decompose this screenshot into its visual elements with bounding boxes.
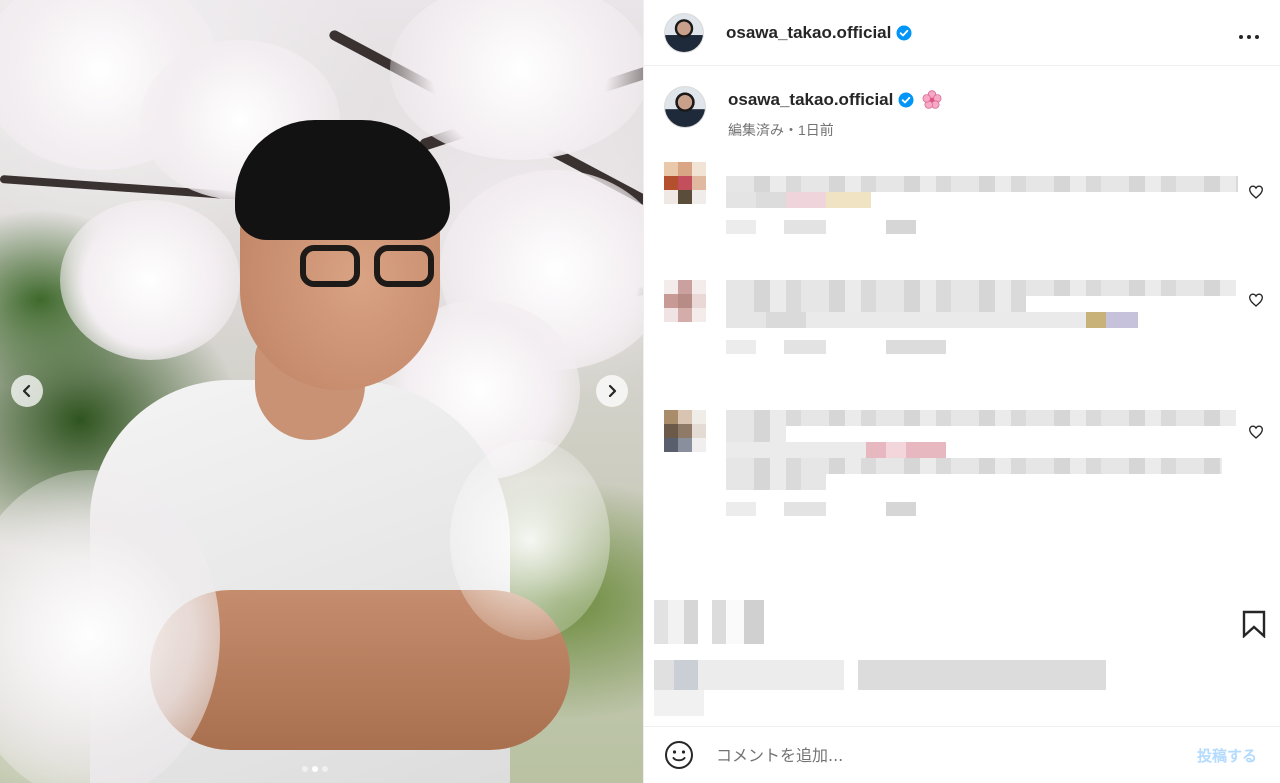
carousel-dot: [322, 766, 328, 772]
chevron-left-icon: [22, 384, 31, 398]
caption-meta: 編集済み・1日前: [728, 122, 834, 138]
post-header: osawa_takao.official: [644, 0, 1280, 66]
post-photo[interactable]: [0, 0, 643, 783]
comment-composer: 投稿する: [644, 726, 1280, 783]
comment-item: [664, 280, 1274, 354]
likes-text-redacted-2: [654, 690, 704, 716]
comment-input[interactable]: [716, 745, 1197, 765]
heart-icon[interactable]: [1248, 184, 1264, 200]
verified-badge-icon: [898, 92, 914, 108]
post-details-panel: osawa_takao.official osawa_takao.officia…: [643, 0, 1280, 783]
caption-avatar[interactable]: [664, 86, 706, 128]
author-username[interactable]: osawa_takao.official: [726, 23, 891, 43]
comment-item: [664, 162, 1274, 234]
bookmark-icon[interactable]: [1241, 610, 1267, 638]
heart-icon[interactable]: [1248, 424, 1264, 440]
caption-username[interactable]: osawa_takao.official: [728, 90, 893, 110]
commenter-avatar[interactable]: [664, 410, 708, 454]
instagram-post: osawa_takao.official osawa_takao.officia…: [0, 0, 1280, 783]
carousel-dot-active: [312, 766, 318, 772]
comment-text-redacted: [726, 280, 1246, 354]
previous-photo-button[interactable]: [11, 375, 43, 407]
next-photo-button[interactable]: [596, 375, 628, 407]
carousel-indicator: [302, 766, 328, 772]
avatar[interactable]: [664, 12, 704, 53]
post-actions: [644, 592, 1280, 716]
chevron-right-icon: [608, 384, 617, 398]
commenter-avatar[interactable]: [664, 280, 708, 324]
comment-item: [664, 410, 1274, 516]
carousel-dot: [302, 766, 308, 772]
comment-text-redacted: [726, 410, 1246, 516]
more-horizontal-icon: [1239, 34, 1259, 39]
action-icons-redacted: [654, 600, 804, 644]
verified-badge-icon: [896, 25, 912, 40]
cherry-blossom-icon: [922, 90, 942, 109]
post-comment-button[interactable]: 投稿する: [1197, 745, 1257, 766]
likes-text-redacted: [654, 660, 1106, 690]
emoji-icon[interactable]: [664, 740, 694, 770]
post-caption: osawa_takao.official 編集済み・1日前: [664, 86, 942, 140]
more-options-button[interactable]: [1238, 20, 1260, 46]
heart-icon[interactable]: [1248, 292, 1264, 308]
commenter-avatar[interactable]: [664, 162, 708, 206]
comment-text-redacted: [726, 162, 1246, 234]
